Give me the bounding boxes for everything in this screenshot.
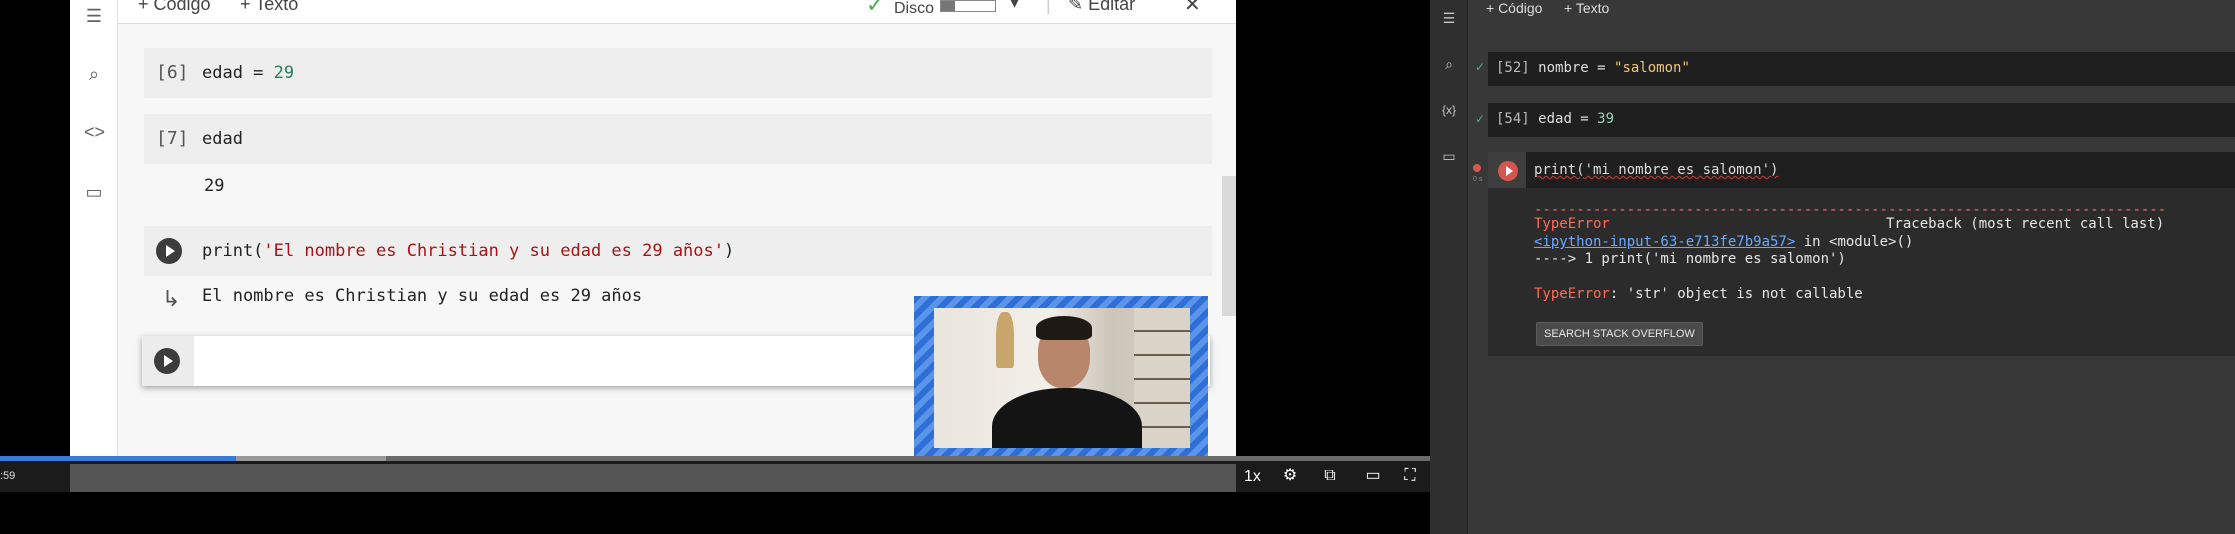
search-stack-overflow-button[interactable]: SEARCH STACK OVERFLOW [1536, 322, 1703, 346]
code-cell[interactable]: [54] edad = 39 [1488, 103, 2235, 137]
run-cell-icon [154, 348, 180, 374]
theater-mode-icon[interactable]: ▭ [1360, 466, 1386, 486]
code-cell[interactable]: [52] nombre = "salomon" [1488, 52, 2235, 86]
cell-error-indicator [1473, 164, 1481, 172]
video-print-cell: print('El nombre es Christian y su edad … [144, 226, 1212, 276]
presenter-hair [1036, 316, 1092, 340]
cell-execution-count: [7] [156, 128, 189, 149]
bookshelf [1134, 308, 1190, 448]
cell-output: 29 [204, 176, 225, 196]
folder-icon[interactable]: ▭ [1439, 146, 1459, 166]
traceback-error-type: TypeError [1534, 216, 1610, 232]
toolbar-divider: | [1046, 0, 1051, 14]
close-icon: ✕ [1184, 0, 1201, 16]
current-time: :59 [0, 470, 16, 482]
search-icon[interactable]: ⌕ [1439, 54, 1459, 74]
traceback-link[interactable]: <ipython-input-63-e713fe7b9a57> [1534, 234, 1795, 250]
output-icon: ↳ [162, 286, 181, 311]
video-notebook-toolbar: + Código + Texto ✓ Disco ▾ | ✎ Editar ✕ [118, 0, 1236, 24]
add-text-button[interactable]: + Texto [1564, 0, 1609, 16]
cell-code: print('mi nombre es salomon') [1534, 162, 1779, 178]
colab-sidebar: ☰ ⌕ {x} ▭ [1430, 0, 1468, 534]
progress-track[interactable] [0, 456, 1430, 461]
video-player[interactable]: ☰ ⌕ <> ▭ + Código + Texto ✓ Disco ▾ | ✎ … [0, 0, 1430, 534]
execution-time: 0 s [1473, 176, 1483, 183]
cell-code: [54] edad = 39 [1496, 111, 1615, 127]
video-code-cell: [6] edad = 29 [144, 48, 1212, 98]
video-edit-label: ✎ Editar [1068, 0, 1136, 14]
video-code-cell: [7] edad [144, 114, 1212, 164]
cell-success-icon: ✓ [1475, 112, 1486, 126]
traceback-header: Traceback (most recent call last) [1886, 216, 2165, 232]
controls-strip [70, 464, 1236, 492]
video-notebook-sidebar: ☰ ⌕ <> ▭ [70, 0, 118, 456]
presenter-body [992, 388, 1142, 448]
picture-in-picture-icon[interactable]: ⧉ [1320, 466, 1340, 486]
code-editor[interactable]: print('mi nombre es salomon') [1526, 152, 2235, 188]
folder-icon: ▭ [85, 182, 103, 202]
cell-execution-count: [6] [156, 62, 189, 83]
disk-usage-bar [940, 0, 996, 12]
video-add-code-label: + Código [138, 0, 211, 14]
progress-fill [0, 456, 236, 461]
code-snippets-icon: <> [84, 122, 106, 142]
run-cell-icon [156, 238, 182, 264]
cell-code: print('El nombre es Christian y su edad … [202, 241, 735, 261]
table-of-contents-icon[interactable]: ☰ [1439, 8, 1459, 28]
disk-usage-fill [941, 1, 955, 11]
cell-output: El nombre es Christian y su edad es 29 a… [202, 286, 643, 306]
disk-label: Disco [894, 0, 935, 17]
screen: ☰ ⌕ <> ▭ + Código + Texto ✓ Disco ▾ | ✎ … [0, 0, 2235, 534]
traceback-error-message: TypeError: 'str' object is not callable [1534, 286, 1863, 302]
cell-code: [52] nombre = "salomon" [1496, 60, 1690, 76]
webcam-video [934, 308, 1190, 448]
video-controls: :59 1x ⚙ ⧉ ▭ ⛶ [0, 456, 1430, 492]
playback-speed-button[interactable]: 1x [1244, 468, 1261, 486]
wall-art [996, 312, 1014, 368]
cell-code: edad = 29 [202, 63, 295, 83]
traceback-location: <ipython-input-63-e713fe7b9a57> in <modu… [1534, 234, 1914, 250]
run-cell-button[interactable] [1498, 161, 1518, 181]
cell-code: edad [202, 129, 243, 149]
fullscreen-icon[interactable]: ⛶ [1400, 466, 1420, 486]
video-add-text-label: + Texto [240, 0, 299, 14]
variables-icon[interactable]: {x} [1439, 100, 1459, 120]
add-code-button[interactable]: + Código [1486, 0, 1542, 16]
disk-check-icon: ✓ [866, 0, 885, 17]
chevron-down-icon: ▾ [1010, 0, 1020, 12]
colab-notebook: ☰ ⌕ {x} ▭ + Código + Texto ✓ [52] nombre… [1430, 0, 2235, 534]
cell-success-icon: ✓ [1475, 60, 1486, 74]
table-of-contents-icon: ☰ [85, 6, 103, 26]
video-notebook-scrollbar [1222, 176, 1236, 316]
settings-icon[interactable]: ⚙ [1280, 466, 1300, 486]
traceback-line: ----> 1 print('mi nombre es salomon') [1534, 251, 1846, 267]
search-icon: ⌕ [88, 64, 100, 84]
cell-gutter [1488, 152, 1526, 188]
webcam-overlay [914, 296, 1208, 460]
